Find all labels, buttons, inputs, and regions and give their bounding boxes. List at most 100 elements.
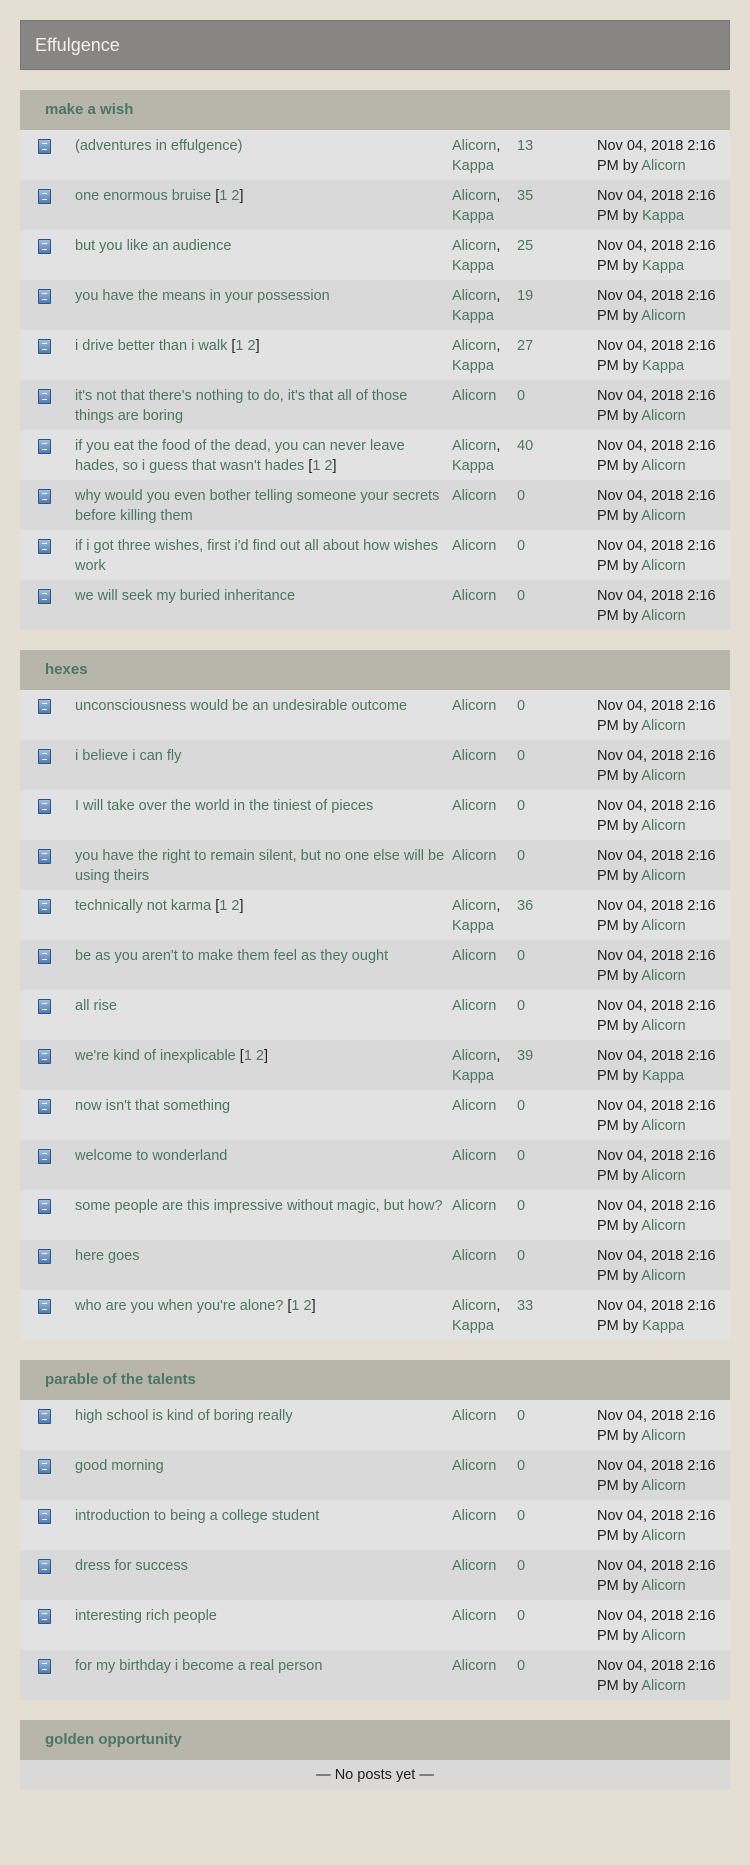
thread-title-link[interactable]: here goes [75, 1248, 140, 1264]
last-poster-link[interactable]: Alicorn [641, 1678, 685, 1694]
page-link[interactable]: 2 [248, 338, 256, 354]
author-link[interactable]: Alicorn [452, 288, 496, 304]
page-link[interactable]: 2 [256, 1048, 264, 1064]
author-link[interactable]: Alicorn [452, 338, 496, 354]
reply-count[interactable]: 0 [517, 1406, 525, 1426]
author-link[interactable]: Alicorn [452, 538, 496, 554]
reply-count[interactable]: 0 [517, 586, 525, 606]
thread-title-link[interactable]: it's not that there's nothing to do, it'… [75, 388, 407, 424]
author-link[interactable]: Alicorn [452, 238, 496, 254]
page-link[interactable]: 2 [324, 458, 332, 474]
thread-title-link[interactable]: i believe i can fly [75, 748, 181, 764]
author-link[interactable]: Alicorn [452, 1098, 496, 1114]
last-poster-link[interactable]: Alicorn [641, 1118, 685, 1134]
author-link[interactable]: Alicorn [452, 388, 496, 404]
page-link[interactable]: 2 [231, 898, 239, 914]
page-link[interactable]: 1 [244, 1048, 252, 1064]
thread-title-link[interactable]: if i got three wishes, first i'd find ou… [75, 538, 438, 574]
reply-count[interactable]: 0 [517, 846, 525, 866]
reply-count[interactable]: 39 [517, 1046, 533, 1066]
reply-count[interactable]: 25 [517, 236, 533, 256]
last-poster-link[interactable]: Alicorn [641, 408, 685, 424]
reply-count[interactable]: 0 [517, 996, 525, 1016]
reply-count[interactable]: 35 [517, 186, 533, 206]
author-link[interactable]: Alicorn [452, 1608, 496, 1624]
author-link[interactable]: Alicorn [452, 898, 496, 914]
last-poster-link[interactable]: Alicorn [641, 508, 685, 524]
author-link[interactable]: Alicorn [452, 748, 496, 764]
last-poster-link[interactable]: Alicorn [641, 868, 685, 884]
thread-title-link[interactable]: dress for success [75, 1558, 188, 1574]
reply-count[interactable]: 0 [517, 746, 525, 766]
author-link[interactable]: Alicorn [452, 1458, 496, 1474]
last-poster-link[interactable]: Kappa [642, 1068, 684, 1084]
reply-count[interactable]: 0 [517, 1146, 525, 1166]
site-title[interactable]: Effulgence [35, 35, 120, 55]
reply-count[interactable]: 0 [517, 1196, 525, 1216]
reply-count[interactable]: 0 [517, 1246, 525, 1266]
author-link[interactable]: Alicorn [452, 1658, 496, 1674]
last-poster-link[interactable]: Kappa [642, 358, 684, 374]
thread-title-link[interactable]: why would you even bother telling someon… [75, 488, 439, 524]
reply-count[interactable]: 36 [517, 896, 533, 916]
last-poster-link[interactable]: Alicorn [641, 558, 685, 574]
author-link[interactable]: Alicorn [452, 1408, 496, 1424]
reply-count[interactable]: 0 [517, 796, 525, 816]
category-title[interactable]: make a wish [45, 101, 133, 118]
author-link[interactable]: Alicorn [452, 848, 496, 864]
last-poster-link[interactable]: Alicorn [641, 1168, 685, 1184]
author-link[interactable]: Alicorn [452, 1148, 496, 1164]
last-poster-link[interactable]: Alicorn [641, 608, 685, 624]
author-link[interactable]: Alicorn [452, 438, 496, 454]
last-poster-link[interactable]: Alicorn [641, 1628, 685, 1644]
author-link[interactable]: Kappa [452, 158, 494, 174]
author-link[interactable]: Alicorn [452, 588, 496, 604]
reply-count[interactable]: 27 [517, 336, 533, 356]
reply-count[interactable]: 0 [517, 1456, 525, 1476]
last-poster-link[interactable]: Alicorn [641, 458, 685, 474]
last-poster-link[interactable]: Alicorn [641, 1428, 685, 1444]
reply-count[interactable]: 13 [517, 136, 533, 156]
author-link[interactable]: Kappa [452, 258, 494, 274]
thread-title-link[interactable]: if you eat the food of the dead, you can… [75, 438, 405, 474]
thread-title-link[interactable]: high school is kind of boring really [75, 1408, 293, 1424]
author-link[interactable]: Alicorn [452, 1198, 496, 1214]
page-link[interactable]: 1 [312, 458, 320, 474]
reply-count[interactable]: 33 [517, 1296, 533, 1316]
thread-title-link[interactable]: who are you when you're alone? [75, 1298, 283, 1314]
thread-title-link[interactable]: for my birthday i become a real person [75, 1658, 322, 1674]
thread-title-link[interactable]: technically not karma [75, 898, 211, 914]
thread-title-link[interactable]: interesting rich people [75, 1608, 217, 1624]
reply-count[interactable]: 0 [517, 486, 525, 506]
author-link[interactable]: Alicorn [452, 1558, 496, 1574]
page-link[interactable]: 2 [231, 188, 239, 204]
page-link[interactable]: 1 [219, 188, 227, 204]
last-poster-link[interactable]: Alicorn [641, 308, 685, 324]
page-link[interactable]: 1 [219, 898, 227, 914]
reply-count[interactable]: 0 [517, 696, 525, 716]
author-link[interactable]: Alicorn [452, 1298, 496, 1314]
page-link[interactable]: 1 [235, 338, 243, 354]
thread-title-link[interactable]: I will take over the world in the tinies… [75, 798, 373, 814]
author-link[interactable]: Alicorn [452, 798, 496, 814]
author-link[interactable]: Kappa [452, 358, 494, 374]
last-poster-link[interactable]: Alicorn [641, 818, 685, 834]
thread-title-link[interactable]: all rise [75, 998, 117, 1014]
author-link[interactable]: Kappa [452, 1068, 494, 1084]
author-link[interactable]: Kappa [452, 458, 494, 474]
author-link[interactable]: Alicorn [452, 948, 496, 964]
last-poster-link[interactable]: Kappa [642, 1318, 684, 1334]
last-poster-link[interactable]: Alicorn [641, 1528, 685, 1544]
reply-count[interactable]: 0 [517, 1556, 525, 1576]
author-link[interactable]: Alicorn [452, 1508, 496, 1524]
thread-title-link[interactable]: you have the means in your possession [75, 288, 330, 304]
author-link[interactable]: Alicorn [452, 698, 496, 714]
thread-title-link[interactable]: now isn't that something [75, 1098, 230, 1114]
last-poster-link[interactable]: Kappa [642, 208, 684, 224]
thread-title-link[interactable]: we will seek my buried inheritance [75, 588, 295, 604]
category-title[interactable]: golden opportunity [45, 1731, 182, 1748]
last-poster-link[interactable]: Alicorn [641, 768, 685, 784]
last-poster-link[interactable]: Kappa [642, 258, 684, 274]
thread-title-link[interactable]: be as you aren't to make them feel as th… [75, 948, 388, 964]
reply-count[interactable]: 0 [517, 1606, 525, 1626]
